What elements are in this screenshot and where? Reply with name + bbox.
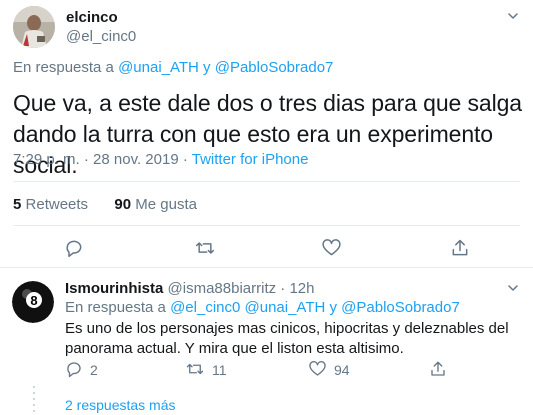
replying-to-label: En respuesta a bbox=[13, 59, 114, 76]
like-icon[interactable] bbox=[321, 238, 342, 258]
retweet-count: 11 bbox=[212, 362, 227, 378]
replying-to: En respuesta a @el_cinc0 @unai_ATH y @Pa… bbox=[65, 299, 460, 316]
share-button[interactable] bbox=[429, 360, 447, 378]
divider bbox=[13, 225, 520, 226]
replying-to-users[interactable]: @unai_ATH y @PabloSobrado7 bbox=[118, 59, 333, 76]
like-count: 94 bbox=[334, 362, 350, 378]
reply-text: Es uno de los personajes mas cinicos, hi… bbox=[65, 320, 509, 357]
chevron-down-icon[interactable] bbox=[507, 282, 519, 294]
replying-to: En respuesta a @unai_ATH y @PabloSobrado… bbox=[13, 59, 333, 76]
svg-text:8: 8 bbox=[30, 293, 37, 308]
tweet-meta: 7:29 p. m. · 28 nov. 2019 · Twitter for … bbox=[13, 151, 308, 168]
likes-stat[interactable]: 90 Me gusta bbox=[114, 196, 197, 213]
author-handle[interactable]: @el_cinc0 bbox=[66, 28, 136, 45]
retweet-icon bbox=[186, 363, 204, 375]
share-icon[interactable] bbox=[450, 238, 470, 258]
retweet-button[interactable] bbox=[185, 360, 205, 378]
reply-author-handle-time[interactable]: @isma88biarritz · 12h bbox=[168, 280, 315, 297]
more-replies-link[interactable]: 2 respuestas más bbox=[65, 397, 176, 413]
retweet-icon[interactable] bbox=[194, 238, 216, 258]
like-icon bbox=[309, 361, 326, 376]
author-name[interactable]: elcinco bbox=[66, 9, 118, 26]
retweets-stat[interactable]: 5 Retweets bbox=[13, 196, 88, 213]
reply-button[interactable] bbox=[65, 360, 83, 378]
share-icon bbox=[431, 361, 445, 376]
reply-count: 2 bbox=[90, 362, 98, 378]
divider bbox=[0, 267, 533, 268]
reply-author: Ismourinhista @isma88biarritz · 12h bbox=[65, 280, 314, 297]
divider bbox=[13, 181, 520, 182]
eight-ball-icon[interactable]: 8 bbox=[12, 281, 54, 323]
reply-author-name[interactable]: Ismourinhista bbox=[65, 280, 163, 297]
replying-to-users[interactable]: @el_cinc0 @unai_ATH y @PabloSobrado7 bbox=[170, 299, 460, 316]
tweet-timestamp[interactable]: 7:29 p. m. · 28 nov. 2019 · bbox=[13, 151, 188, 168]
avatar[interactable] bbox=[13, 6, 55, 48]
retweets-count: 5 bbox=[13, 196, 22, 213]
reply-icon[interactable] bbox=[64, 238, 84, 258]
replying-to-label: En respuesta a bbox=[65, 299, 166, 316]
chevron-down-icon[interactable] bbox=[507, 10, 519, 22]
tweet-stats: 5 Retweets 90 Me gusta bbox=[13, 196, 197, 213]
reply-icon bbox=[67, 362, 81, 378]
likes-label: Me gusta bbox=[135, 196, 197, 213]
likes-count: 90 bbox=[114, 196, 132, 213]
thread-dots bbox=[33, 386, 35, 415]
retweets-label: Retweets bbox=[25, 196, 89, 213]
like-button[interactable] bbox=[308, 360, 327, 378]
tweet-source[interactable]: Twitter for iPhone bbox=[192, 151, 309, 168]
